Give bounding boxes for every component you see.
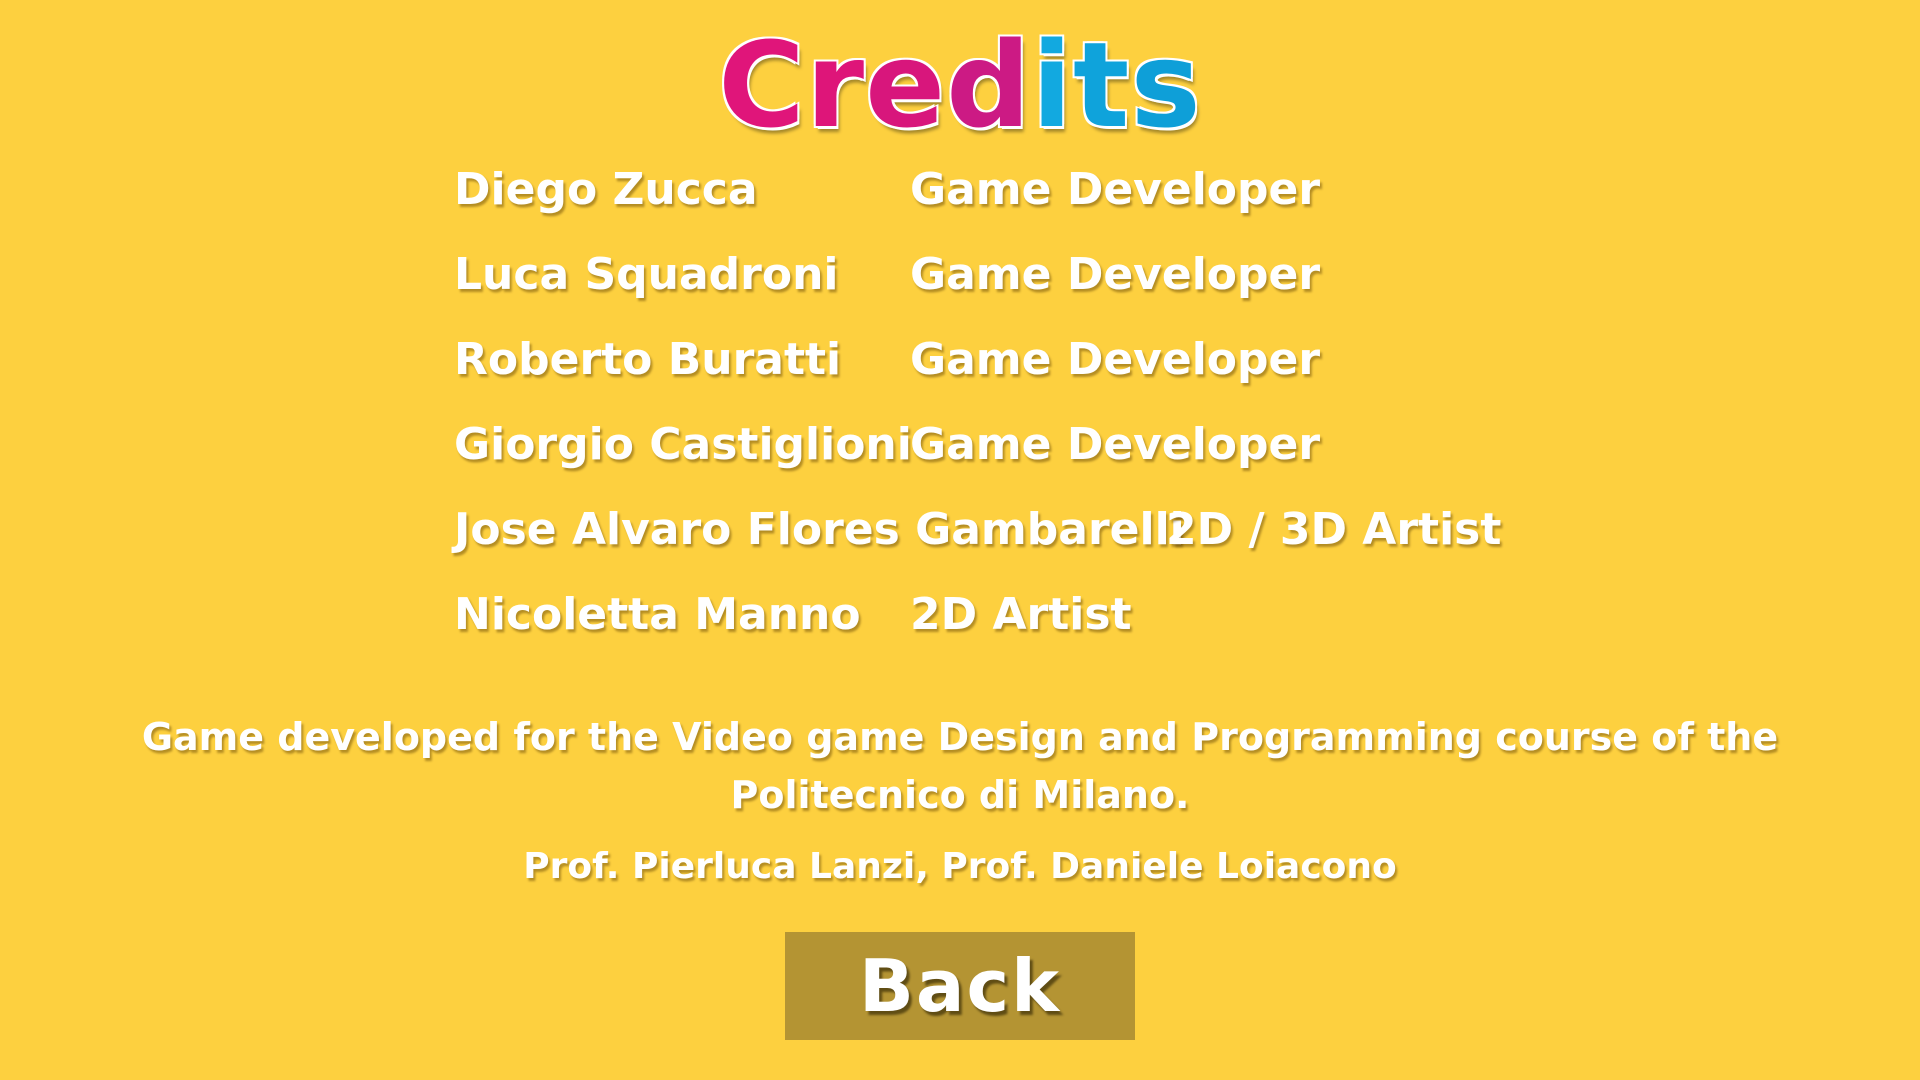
credit-role: Game Developer (910, 164, 1321, 215)
credit-name: Giorgio Castiglioni (454, 419, 912, 470)
credit-name: Nicoletta Manno (454, 589, 861, 640)
credit-role: Game Developer (910, 419, 1321, 470)
credit-row: Luca Squadroni Game Developer (454, 245, 1554, 330)
credit-name: Jose Alvaro Flores Gambarelli (454, 504, 1185, 555)
title-letter: i (1031, 16, 1074, 154)
credit-name: Luca Squadroni (454, 249, 839, 300)
credit-row: Diego Zucca Game Developer (454, 160, 1554, 245)
credit-name: Roberto Buratti (454, 334, 842, 385)
credit-row: Jose Alvaro Flores Gambarelli 2D / 3D Ar… (454, 500, 1554, 585)
credit-row: Roberto Buratti Game Developer (454, 330, 1554, 415)
credit-role: Game Developer (910, 334, 1321, 385)
credit-row: Giorgio Castiglioni Game Developer (454, 415, 1554, 500)
credit-name: Diego Zucca (454, 164, 758, 215)
title-letter: t (1073, 16, 1131, 154)
course-note: Game developed for the Video game Design… (141, 715, 1779, 817)
credit-row: Nicoletta Manno 2D Artist (454, 585, 1554, 670)
credits-list: Diego Zucca Game Developer Luca Squadron… (454, 160, 1554, 670)
credit-role: 2D Artist (910, 589, 1132, 640)
title-letter: C (718, 16, 806, 154)
professors-text: Prof. Pierluca Lanzi, Prof. Daniele Loia… (523, 846, 1397, 887)
back-button-label: Back (858, 944, 1062, 1028)
credit-role: Game Developer (910, 249, 1321, 300)
back-button[interactable]: Back (785, 932, 1135, 1040)
credit-role: 2D / 3D Artist (1166, 504, 1502, 555)
title-letter: d (946, 16, 1032, 154)
title-letter: e (865, 16, 947, 154)
title-letter: s (1130, 16, 1202, 154)
title-letter: r (805, 16, 866, 154)
credits-title: Credits (0, 20, 1920, 150)
